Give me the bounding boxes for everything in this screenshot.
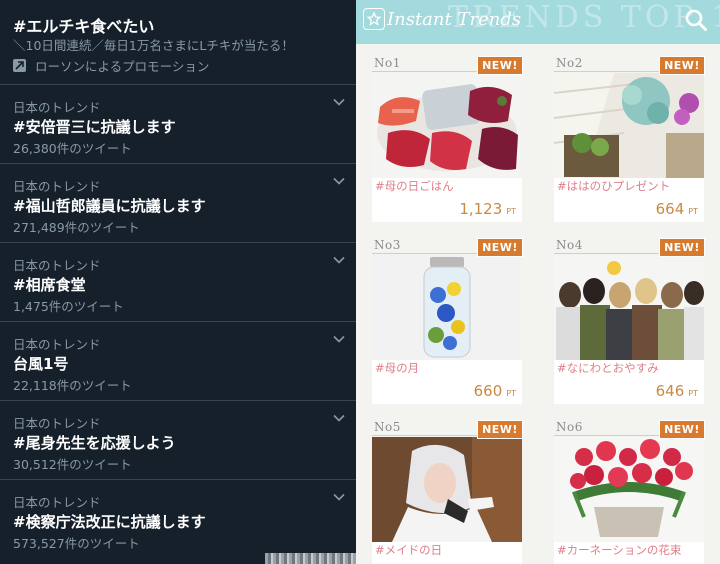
chevron-down-icon[interactable]	[332, 95, 346, 109]
chevron-down-icon[interactable]	[332, 332, 346, 346]
trend-category: 日本のトレンド	[13, 416, 101, 431]
trend-category: 日本のトレンド	[13, 179, 101, 194]
card-tag[interactable]: #母の日ごはん	[375, 178, 454, 194]
card-panel: #メイドの日	[372, 437, 522, 564]
new-badge: NEW!	[477, 420, 523, 439]
points-value: 1,123	[459, 200, 503, 218]
card-panel: #なにわとおやすみ 646 PT	[554, 255, 704, 404]
card-image-carnations	[554, 437, 704, 542]
trend-name[interactable]: 台風1号	[13, 353, 68, 374]
trend-tweet-count: 573,527件のツイート	[13, 536, 140, 551]
trend-card[interactable]: No5 #メイドの日 NEW!	[372, 420, 523, 564]
chevron-down-icon[interactable]	[332, 253, 346, 267]
trend-item[interactable]: 日本のトレンド #福山哲郎議員に抗議します 271,489件のツイート	[0, 163, 356, 243]
card-points: 660 PT	[474, 382, 516, 400]
card-image-maid-cosplay	[372, 437, 522, 542]
card-panel: #カーネーションの花束	[554, 437, 704, 564]
points-value: 664	[655, 200, 685, 218]
card-points: 646 PT	[656, 382, 698, 400]
points-unit: PT	[688, 389, 698, 398]
card-image-herbarium	[372, 255, 522, 360]
promoted-trend-title[interactable]: #エルチキ食べたい	[13, 13, 154, 37]
card-rank: No5	[374, 420, 401, 434]
card-tag[interactable]: #カーネーションの花束	[557, 542, 681, 558]
trend-name[interactable]: #福山哲郎議員に抗議します	[13, 195, 206, 216]
card-rank: No1	[374, 56, 401, 70]
trend-name[interactable]: #尾身先生を応援しよう	[13, 432, 176, 453]
trend-card[interactable]: No4 #なにわとおやすみ 646 PT NEW!	[554, 238, 705, 404]
new-badge: NEW!	[659, 56, 705, 75]
new-badge: NEW!	[477, 238, 523, 257]
trend-category: 日本のトレンド	[13, 100, 101, 115]
card-panel: #母の日ごはん 1,123 PT	[372, 73, 522, 222]
card-rank: No3	[374, 238, 401, 252]
star-icon[interactable]	[363, 8, 385, 30]
trend-tweet-count: 22,118件のツイート	[13, 378, 132, 393]
trend-item[interactable]: 日本のトレンド #安倍晋三に抗議します 26,380件のツイート	[0, 84, 356, 164]
card-tag[interactable]: #なにわとおやすみ	[557, 360, 659, 376]
trend-item[interactable]: 日本のトレンド #検察庁法改正に抗議します 573,527件のツイート	[0, 479, 356, 559]
card-image-group-photo	[554, 255, 704, 360]
trend-name[interactable]: #相席食堂	[13, 274, 86, 295]
instant-trends-panel: TRENDS TOP 10 Instant Trends No1	[356, 0, 720, 564]
app-header: TRENDS TOP 10 Instant Trends	[356, 0, 720, 44]
trend-category: 日本のトレンド	[13, 495, 101, 510]
trend-card[interactable]: No6 #カーネーションの花束 NEW!	[554, 420, 705, 564]
trend-card[interactable]: No2 #ははのひプレゼント 664 PT NEW!	[554, 56, 705, 222]
points-value: 660	[473, 382, 503, 400]
card-panel: #母の月 660 PT	[372, 255, 522, 404]
trend-name[interactable]: #安倍晋三に抗議します	[13, 116, 176, 137]
points-unit: PT	[506, 207, 516, 216]
promotion-advertiser: ローソンによるプロモーション	[35, 59, 210, 74]
card-panel: #ははのひプレゼント 664 PT	[554, 73, 704, 222]
promoted-trend-subtitle: ＼10日間連続／毎日1万名さまにLチキが当たる！	[13, 38, 294, 53]
card-tag[interactable]: #ははのひプレゼント	[557, 178, 670, 194]
chevron-down-icon[interactable]	[332, 174, 346, 188]
promoted-arrow-icon	[13, 59, 26, 72]
points-value: 646	[655, 382, 685, 400]
card-rank: No6	[556, 420, 583, 434]
trend-item[interactable]: 日本のトレンド #相席食堂 1,475件のツイート	[0, 242, 356, 322]
search-icon[interactable]	[684, 8, 708, 32]
card-rank: No4	[556, 238, 583, 252]
chevron-down-icon[interactable]	[332, 490, 346, 504]
new-badge: NEW!	[659, 238, 705, 257]
points-unit: PT	[506, 389, 516, 398]
trend-tweet-count: 271,489件のツイート	[13, 220, 140, 235]
card-tag[interactable]: #メイドの日	[375, 542, 442, 558]
trend-card[interactable]: No3 #母の月 660 PT NEW!	[372, 238, 523, 404]
new-badge: NEW!	[659, 420, 705, 439]
card-points: 664 PT	[656, 200, 698, 218]
card-points: 1,123 PT	[459, 200, 516, 218]
card-rank: No2	[556, 56, 583, 70]
trend-name[interactable]: #検察庁法改正に抗議します	[13, 511, 206, 532]
promoted-trend[interactable]: #エルチキ食べたい ＼10日間連続／毎日1万名さまにLチキが当たる！ ローソンに…	[0, 0, 356, 84]
card-tag[interactable]: #母の月	[375, 360, 419, 376]
twitter-trends-panel: #エルチキ食べたい ＼10日間連続／毎日1万名さまにLチキが当たる！ ローソンに…	[0, 0, 356, 564]
media-thumbnail[interactable]	[265, 553, 356, 564]
trend-card[interactable]: No1 #母の日ごはん 1,123 PT NEW!	[372, 56, 523, 222]
trend-tweet-count: 30,512件のツイート	[13, 457, 132, 472]
promotion-label: ローソンによるプロモーション	[13, 56, 209, 75]
trend-tweet-count: 1,475件のツイート	[13, 299, 124, 314]
chevron-down-icon[interactable]	[332, 411, 346, 425]
trend-item[interactable]: 日本のトレンド 台風1号 22,118件のツイート	[0, 321, 356, 401]
app-brand: Instant Trends	[387, 9, 522, 30]
card-image-flowers	[554, 73, 704, 178]
card-image-sashimi	[372, 73, 522, 178]
trend-category: 日本のトレンド	[13, 337, 101, 352]
trend-tweet-count: 26,380件のツイート	[13, 141, 132, 156]
trend-category: 日本のトレンド	[13, 258, 101, 273]
trend-item[interactable]: 日本のトレンド #尾身先生を応援しよう 30,512件のツイート	[0, 400, 356, 480]
new-badge: NEW!	[477, 56, 523, 75]
points-unit: PT	[688, 207, 698, 216]
